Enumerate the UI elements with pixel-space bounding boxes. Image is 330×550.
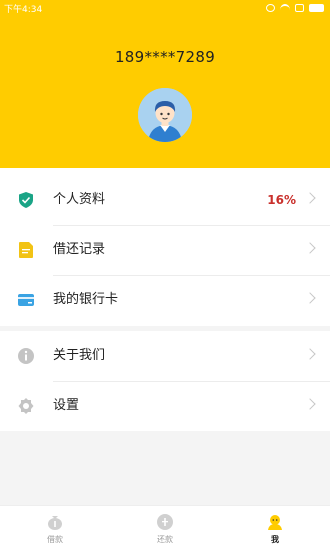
menu-item-profile[interactable]: 个人资料 16% — [0, 175, 330, 225]
chevron-right-icon — [304, 242, 316, 254]
bank-card-icon — [18, 294, 34, 306]
status-time: 下午4:34 — [4, 4, 43, 15]
document-icon — [19, 242, 33, 258]
info-icon — [18, 348, 34, 364]
chevron-right-icon — [304, 398, 316, 410]
tab-me[interactable]: 我 — [220, 506, 330, 550]
wifi-icon — [280, 4, 290, 12]
tab-label: 还款 — [157, 535, 173, 544]
tab-label: 借款 — [47, 535, 63, 544]
menu-item-settings[interactable]: 设置 — [0, 381, 330, 431]
avatar[interactable] — [138, 88, 192, 142]
bottom-tab-bar: 借款 还款 我 — [0, 505, 330, 550]
menu-item-loan-records[interactable]: 借还记录 — [0, 225, 330, 275]
chevron-right-icon — [304, 348, 316, 360]
menu-label: 个人资料 — [53, 192, 106, 207]
menu-item-bank-card[interactable]: 我的银行卡 — [0, 275, 330, 325]
status-icons — [266, 4, 324, 12]
menu-label: 关于我们 — [53, 348, 106, 363]
menu-item-about-us[interactable]: 关于我们 — [0, 331, 330, 381]
tab-repay[interactable]: 还款 — [110, 506, 220, 550]
status-bar: 下午4:34 — [0, 0, 330, 16]
menu-card-secondary: 关于我们 设置 — [0, 331, 330, 431]
alarm-icon — [266, 4, 275, 12]
chevron-right-icon — [304, 192, 316, 204]
tab-borrow[interactable]: 借款 — [0, 506, 110, 550]
avatar-person-icon — [138, 88, 192, 142]
menu-card-primary: 个人资料 16% 借还记录 我的银行卡 — [0, 168, 330, 326]
borrow-icon — [48, 516, 62, 530]
sim-icon — [295, 4, 304, 12]
gear-icon — [18, 398, 34, 414]
profile-header: 下午4:34 189****7289 — [0, 0, 330, 168]
menu-label: 我的银行卡 — [53, 292, 119, 307]
repay-icon — [157, 514, 173, 530]
profile-completion-percent: 16% — [267, 193, 296, 207]
menu-label: 借还记录 — [53, 242, 106, 257]
phone-number: 189****7289 — [114, 48, 216, 66]
chevron-right-icon — [304, 292, 316, 304]
tab-label: 我 — [271, 535, 279, 544]
battery-icon — [309, 4, 324, 12]
shield-check-icon — [19, 192, 33, 208]
menu-label: 设置 — [53, 398, 80, 413]
profile-icon — [268, 515, 282, 530]
